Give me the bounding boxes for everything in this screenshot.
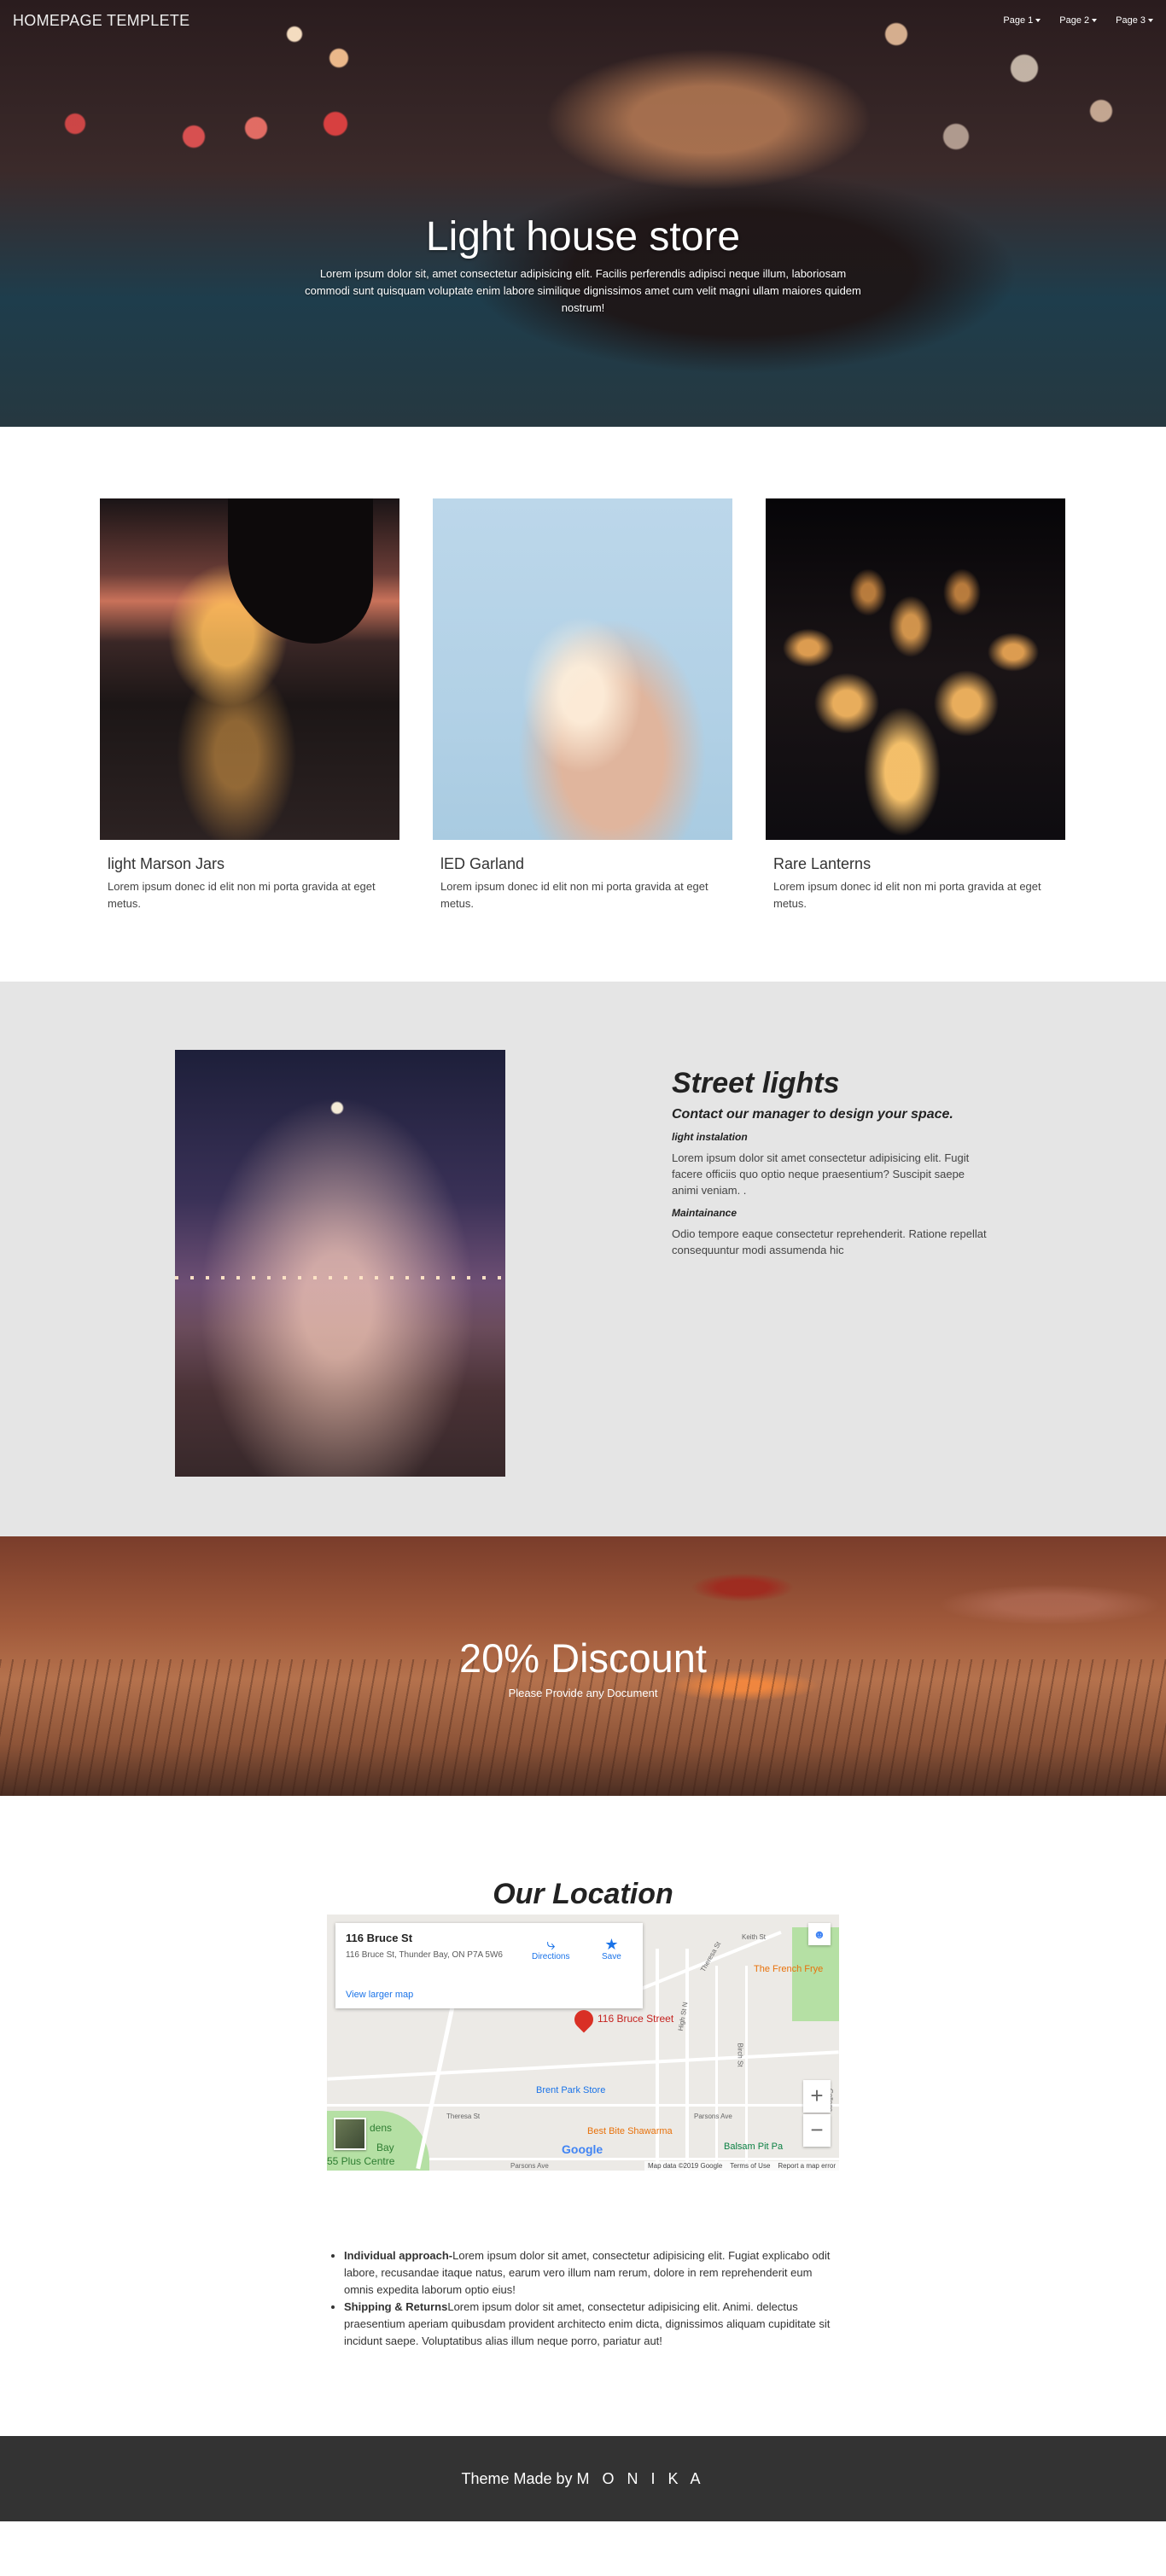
nav-page-3[interactable]: Page 3 bbox=[1116, 15, 1153, 26]
street-label: Theresa St bbox=[446, 2113, 481, 2120]
map-data-text: Map data ©2019 Google bbox=[647, 2162, 723, 2170]
info-label: Individual approach- bbox=[344, 2249, 453, 2262]
poi-french-frye[interactable]: The French Frye bbox=[754, 1964, 823, 1974]
product-desc: Lorem ipsum donec id elit non mi porta g… bbox=[773, 880, 1041, 910]
nav-page-2-label: Page 2 bbox=[1059, 15, 1090, 26]
product-card: lED Garland Lorem ipsum donec id elit no… bbox=[433, 498, 732, 912]
hero-text: Light house store Lorem ipsum dolor sit,… bbox=[0, 213, 1166, 317]
product-name: lED Garland bbox=[440, 855, 525, 872]
google-logo: Google bbox=[562, 2142, 603, 2156]
location-section: Our Location 116 Bruce St 116 Bruce St, … bbox=[0, 1796, 1166, 2436]
nav-links: Page 1 Page 2 Page 3 bbox=[1003, 15, 1153, 26]
hero-title: Light house store bbox=[425, 214, 741, 259]
product-image-garland bbox=[433, 498, 732, 840]
satellite-toggle[interactable] bbox=[334, 2118, 366, 2150]
zoom-in-button[interactable]: + bbox=[803, 2080, 831, 2113]
footer-prefix: Theme Made by bbox=[461, 2470, 577, 2487]
map-attribution: Map data ©2019 Google Terms of Use Repor… bbox=[644, 2161, 839, 2171]
directions-icon: ⤷ bbox=[546, 1936, 556, 1953]
street-label: Parsons Ave bbox=[694, 2113, 732, 2120]
product-name: Rare Lanterns bbox=[773, 855, 872, 872]
map-road bbox=[429, 2158, 839, 2160]
map-card-title: 116 Bruce St bbox=[346, 1932, 413, 1944]
street-label: Parsons Ave bbox=[510, 2162, 549, 2170]
street-para-installation: Lorem ipsum dolor sit amet consectetur a… bbox=[672, 1151, 970, 1197]
brand-logo[interactable]: HOMEPAGE TEMPLETE bbox=[13, 12, 189, 30]
zoom-out-button[interactable]: − bbox=[803, 2114, 831, 2147]
street-heading-maintenance: Maintainance bbox=[672, 1207, 737, 1219]
discount-banner: 20% Discount Please Provide any Document bbox=[0, 1536, 1166, 1796]
nav-page-3-label: Page 3 bbox=[1116, 15, 1146, 26]
caret-down-icon bbox=[1092, 19, 1098, 23]
discount-title: 20% Discount bbox=[459, 1635, 707, 1681]
product-card: Rare Lanterns Lorem ipsum donec id elit … bbox=[766, 498, 1065, 912]
map-partial-label: 55 Plus Centre bbox=[327, 2155, 395, 2167]
directions-label: Directions bbox=[532, 1952, 570, 1961]
list-item: Individual approach-Lorem ipsum dolor si… bbox=[344, 2247, 839, 2299]
poi-balsam[interactable]: Balsam Pit Pa bbox=[724, 2142, 783, 2152]
map-partial-label: dens bbox=[370, 2122, 393, 2134]
product-desc: Lorem ipsum donec id elit non mi porta g… bbox=[440, 880, 708, 910]
nav-page-1[interactable]: Page 1 bbox=[1003, 15, 1041, 26]
save-label: Save bbox=[602, 1952, 621, 1961]
map-pin-label: 116 Bruce Street bbox=[598, 2013, 674, 2025]
poi-brent-park[interactable]: Brent Park Store bbox=[536, 2085, 605, 2095]
nav-page-2[interactable]: Page 2 bbox=[1059, 15, 1098, 26]
page-footer: Theme Made by M O N I K A bbox=[0, 2436, 1166, 2521]
google-map[interactable]: 116 Bruce St 116 Bruce St, Thunder Bay, … bbox=[327, 1915, 839, 2171]
map-road bbox=[327, 2050, 839, 2081]
map-road bbox=[327, 2104, 839, 2107]
street-heading-installation: light instalation bbox=[672, 1131, 748, 1143]
map-card-address: 116 Bruce St, Thunder Bay, ON P7A 5W6 bbox=[346, 1950, 503, 1960]
pegman-icon[interactable]: ☻ bbox=[808, 1923, 831, 1945]
directions-button[interactable]: ⤷ Directions bbox=[532, 1937, 569, 1961]
street-label: Keith St bbox=[742, 1933, 767, 1941]
caret-down-icon bbox=[1148, 19, 1153, 23]
nav-page-1-label: Page 1 bbox=[1003, 15, 1034, 26]
street-label: Birch St bbox=[736, 2043, 744, 2067]
info-label: Shipping & Returns bbox=[344, 2300, 448, 2313]
view-larger-map-link[interactable]: View larger map bbox=[346, 1990, 413, 2000]
map-partial-label: Bay bbox=[376, 2142, 394, 2153]
save-button[interactable]: ★ Save bbox=[602, 1937, 621, 1961]
discount-subtitle: Please Provide any Document bbox=[508, 1687, 658, 1699]
poi-best-bite[interactable]: Best Bite Shawarma bbox=[587, 2126, 673, 2136]
street-title: Street lights bbox=[672, 1067, 840, 1099]
product-row: light Marson Jars Lorem ipsum donec id e… bbox=[100, 498, 1166, 912]
product-image-jars bbox=[100, 498, 399, 840]
product-desc: Lorem ipsum donec id elit non mi porta g… bbox=[108, 880, 376, 910]
hero-subtitle: Lorem ipsum dolor sit, amet consectetur … bbox=[305, 267, 861, 314]
street-lights-section: Street lights Contact our manager to des… bbox=[0, 982, 1166, 1536]
caret-down-icon bbox=[1035, 19, 1041, 23]
street-tagline: Contact our manager to design your space… bbox=[672, 1107, 953, 1122]
info-list: Individual approach-Lorem ipsum dolor si… bbox=[327, 2247, 839, 2350]
location-title: Our Location bbox=[493, 1878, 673, 1910]
street-lights-text: Street lights Contact our manager to des… bbox=[672, 1067, 1013, 1258]
report-error-link[interactable]: Report a map error bbox=[778, 2162, 836, 2170]
map-pin-icon[interactable] bbox=[570, 2006, 598, 2033]
map-info-card: 116 Bruce St 116 Bruce St, Thunder Bay, … bbox=[335, 1923, 643, 2008]
discount-text: 20% Discount Please Provide any Document bbox=[0, 1635, 1166, 1699]
product-card: light Marson Jars Lorem ipsum donec id e… bbox=[100, 498, 399, 912]
product-name: light Marson Jars bbox=[108, 855, 225, 872]
map-road bbox=[416, 2001, 456, 2170]
list-item: Shipping & ReturnsLorem ipsum dolor sit … bbox=[344, 2299, 839, 2350]
products-section: light Marson Jars Lorem ipsum donec id e… bbox=[0, 427, 1166, 982]
hero-section: HOMEPAGE TEMPLETE Page 1 Page 2 Page 3 L… bbox=[0, 0, 1166, 427]
street-para-maintenance: Odio tempore eaque consectetur reprehend… bbox=[672, 1227, 987, 1256]
top-navbar: HOMEPAGE TEMPLETE Page 1 Page 2 Page 3 bbox=[0, 0, 1166, 41]
product-image-lanterns bbox=[766, 498, 1065, 840]
street-lights-image bbox=[175, 1050, 505, 1477]
map-road bbox=[715, 1966, 718, 2171]
star-icon: ★ bbox=[604, 1936, 619, 1953]
map-road bbox=[745, 1966, 748, 2171]
terms-link[interactable]: Terms of Use bbox=[730, 2162, 770, 2170]
footer-author: M O N I K A bbox=[576, 2470, 705, 2487]
map-road bbox=[685, 1949, 689, 2171]
